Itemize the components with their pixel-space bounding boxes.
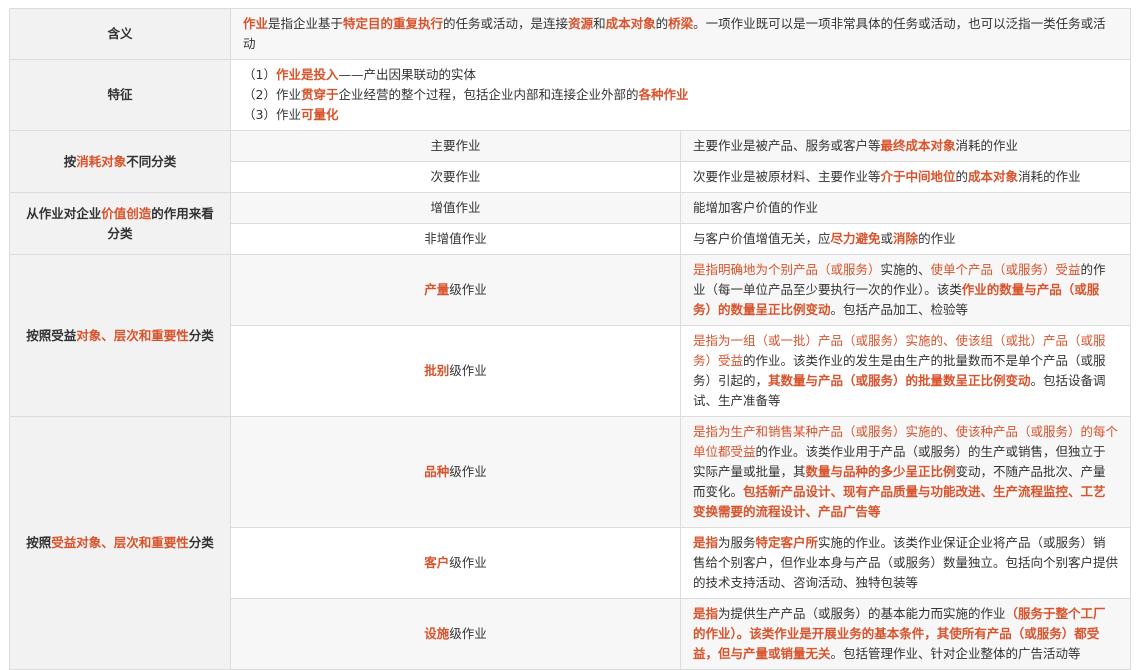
table-row: 特征 （1）作业是投入——产出因果联动的实体（2）作业贯穿于企业经营的整个过程，… [10,60,1131,131]
table-row: 按消耗对象不同分类 主要作业 主要作业是被产品、服务或客户等最终成本对象消耗的作… [10,131,1131,162]
subtype-cell: 品种级作业 [231,417,681,528]
subtype-cell: 主要作业 [231,131,681,162]
description-cell: 能增加客户价值的作业 [681,193,1131,224]
subtype-cell: 产量级作业 [231,255,681,326]
description-cell: （1）作业是投入——产出因果联动的实体（2）作业贯穿于企业经营的整个过程，包括企… [231,60,1131,131]
table-row: 从作业对企业价值创造的作用来看分类 增值作业 能增加客户价值的作业 [10,193,1131,224]
row-label: 从作业对企业价值创造的作用来看分类 [10,193,231,255]
row-label: 按照受益对象、层次和重要性分类 [10,255,231,417]
table-row: 含义 作业是指企业基于特定目的重复执行的任务或活动，是连接资源和成本对象的桥梁。… [10,9,1131,60]
subtype-cell: 客户级作业 [231,528,681,599]
description-cell: 是指为生产和销售某种产品（或服务）实施的、使该种产品（或服务）的每个单位都受益的… [681,417,1131,528]
row-label: 按消耗对象不同分类 [10,131,231,193]
subtype-cell: 设施级作业 [231,599,681,670]
activity-definition-table: 含义 作业是指企业基于特定目的重复执行的任务或活动，是连接资源和成本对象的桥梁。… [9,8,1131,670]
row-label: 含义 [10,9,231,60]
description-cell: 次要作业是被原材料、主要作业等介于中间地位的成本对象消耗的作业 [681,162,1131,193]
table-row: 按照受益对象、层次和重要性分类 产量级作业 是指明确地为个别产品（或服务）实施的… [10,255,1131,326]
description-cell: 与客户价值增值无关，应尽力避免或消除的作业 [681,224,1131,255]
row-label: 特征 [10,60,231,131]
description-cell: 是指为一组（或一批）产品（或服务）实施的、使该组（或批）产品（或服务）受益的作业… [681,326,1131,417]
description-cell: 主要作业是被产品、服务或客户等最终成本对象消耗的作业 [681,131,1131,162]
table-row: 按照受益对象、层次和重要性分类 品种级作业 是指为生产和销售某种产品（或服务）实… [10,417,1131,528]
subtype-cell: 非增值作业 [231,224,681,255]
description-cell: 是指明确地为个别产品（或服务）实施的、使单个产品（或服务）受益的作业（每一单位产… [681,255,1131,326]
description-cell: 是指为服务特定客户所实施的作业。该类作业保证企业将产品（或服务）销售给个别客户，… [681,528,1131,599]
description-cell: 作业是指企业基于特定目的重复执行的任务或活动，是连接资源和成本对象的桥梁。一项作… [231,9,1131,60]
subtype-cell: 批别级作业 [231,326,681,417]
description-cell: 是指为提供生产产品（或服务）的基本能力而实施的作业（服务于整个工厂的作业）。该类… [681,599,1131,670]
page: 含义 作业是指企业基于特定目的重复执行的任务或活动，是连接资源和成本对象的桥梁。… [0,0,1140,670]
row-label: 按照受益对象、层次和重要性分类 [10,417,231,670]
subtype-cell: 增值作业 [231,193,681,224]
subtype-cell: 次要作业 [231,162,681,193]
